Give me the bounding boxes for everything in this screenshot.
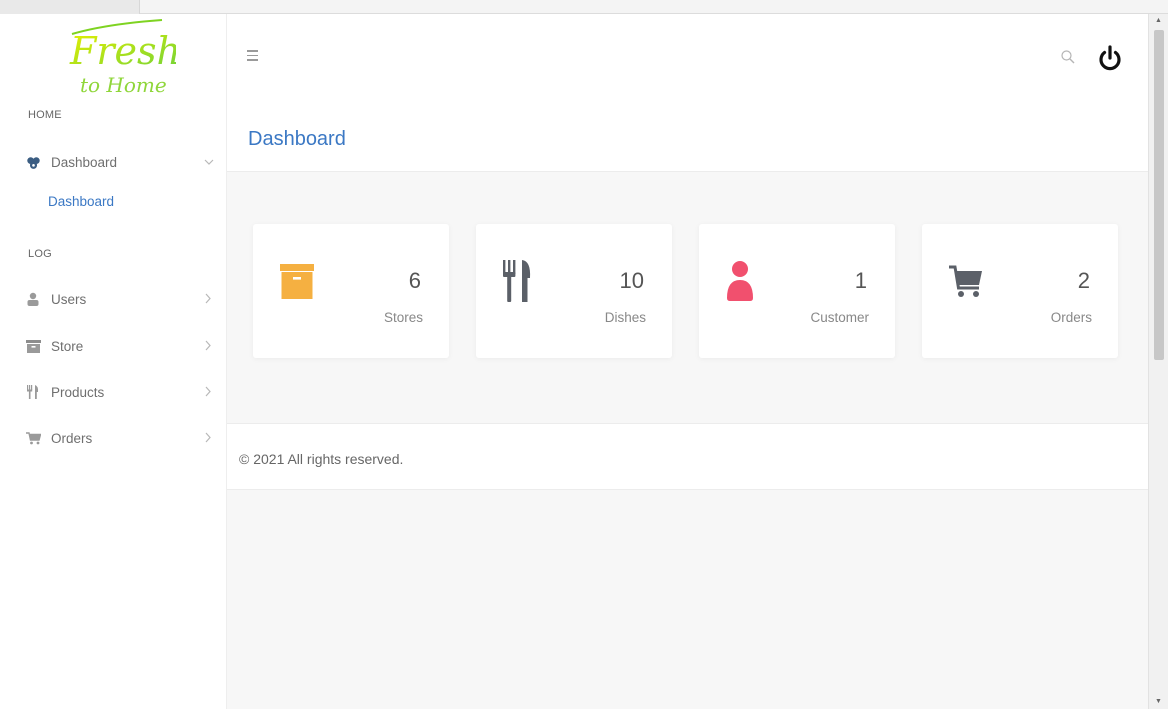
browser-top-strip <box>0 0 1168 14</box>
page-title: Dashboard <box>248 128 346 150</box>
sidebar: Fresh to Home HOME Dashboard Dashboard L… <box>0 14 227 709</box>
page-scrollbar[interactable]: ▲ ▼ <box>1148 14 1168 709</box>
scroll-up-icon[interactable]: ▲ <box>1155 17 1162 25</box>
power-icon[interactable] <box>1097 44 1123 72</box>
sidebar-subitem-dashboard[interactable]: Dashboard <box>48 194 114 209</box>
stat-value: 2 <box>1077 268 1090 293</box>
scrollbar-thumb[interactable] <box>1154 30 1164 360</box>
sidebar-item-label: Store <box>51 338 84 354</box>
cart-icon <box>25 430 41 446</box>
cutlery-icon <box>503 260 531 302</box>
stat-card-dishes[interactable]: 10 Dishes <box>476 224 672 358</box>
svg-text:Fresh: Fresh <box>69 29 176 73</box>
brand-logo[interactable]: Fresh to Home <box>66 16 176 102</box>
chevron-right-icon <box>204 292 212 307</box>
search-icon[interactable] <box>1060 49 1076 65</box>
user-icon <box>727 261 753 301</box>
stat-label: Orders <box>1050 310 1092 325</box>
sidebar-item-store[interactable]: Store <box>0 332 227 360</box>
user-icon <box>25 291 41 307</box>
archive-icon <box>280 264 314 299</box>
sidebar-item-label: Users <box>51 291 87 307</box>
stat-card-orders[interactable]: 2 Orders <box>922 224 1118 358</box>
stat-card-stores[interactable]: 6 Stores <box>253 224 449 358</box>
section-label-home: HOME <box>28 109 62 121</box>
sidebar-item-dashboard[interactable]: Dashboard <box>0 148 227 176</box>
stat-value: 1 <box>854 268 867 293</box>
stat-label: Stores <box>383 310 423 325</box>
page-header: Dashboard <box>227 104 1148 172</box>
scroll-down-icon[interactable]: ▼ <box>1155 698 1162 706</box>
chevron-right-icon <box>204 385 212 400</box>
stat-card-customer[interactable]: 1 Customer <box>699 224 895 358</box>
archive-icon <box>25 338 41 354</box>
sidebar-item-label: Products <box>51 384 105 400</box>
sidebar-item-products[interactable]: Products <box>0 378 227 406</box>
browser-tab[interactable] <box>0 0 140 14</box>
stat-label: Dishes <box>604 310 646 325</box>
section-label-log: LOG <box>28 248 52 260</box>
dashboard-icon <box>25 154 41 170</box>
chevron-right-icon <box>204 339 212 354</box>
sidebar-item-users[interactable]: Users <box>0 285 227 313</box>
copyright-text: © 2021 All rights reserved. <box>239 451 404 467</box>
cutlery-icon <box>25 384 41 400</box>
main-content: Dashboard 6 Stores 10 Dishes 1 Customer <box>227 104 1148 709</box>
top-bar <box>227 14 1148 104</box>
sidebar-item-orders[interactable]: Orders <box>0 424 227 452</box>
chevron-down-icon <box>204 155 214 170</box>
chevron-right-icon <box>204 431 212 446</box>
stat-value: 6 <box>408 268 421 293</box>
hamburger-icon[interactable] <box>247 50 261 64</box>
stat-label: Customer <box>810 310 869 325</box>
sidebar-item-label: Orders <box>51 430 93 446</box>
svg-text:to Home: to Home <box>80 73 167 97</box>
sidebar-item-label: Dashboard <box>51 154 118 170</box>
cart-icon <box>949 265 982 297</box>
stat-value: 10 <box>619 268 644 293</box>
footer: © 2021 All rights reserved. <box>227 423 1148 490</box>
